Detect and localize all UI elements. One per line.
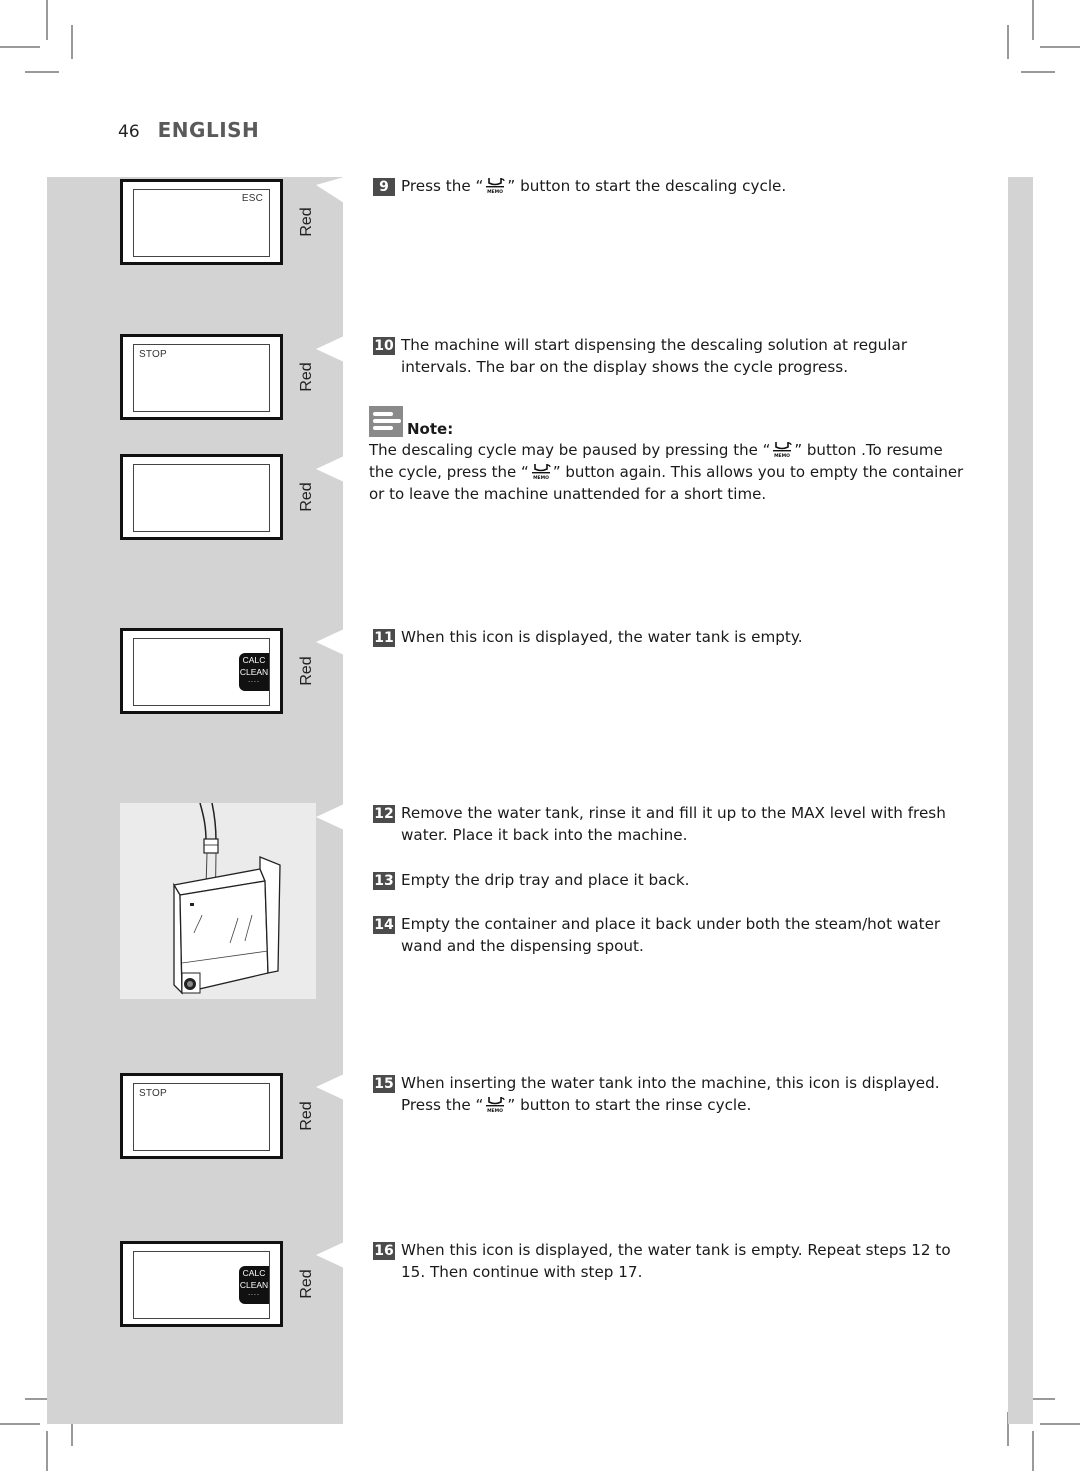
- led-color-label: Red: [298, 482, 315, 512]
- crop-mark: [1040, 46, 1080, 48]
- water-tank-filling-icon: [172, 802, 281, 995]
- step-number: 12: [373, 805, 395, 823]
- machine-display: CALC CLEAN ....: [120, 628, 283, 714]
- svg-text:MEMO: MEMO: [487, 189, 503, 194]
- display-text: STOP: [139, 349, 167, 360]
- display-text: ESC: [241, 193, 263, 204]
- crop-mark: [0, 1423, 40, 1425]
- led-color-label: Red: [298, 1101, 315, 1131]
- step-number: 10: [373, 337, 395, 355]
- step-pointer: [316, 177, 344, 203]
- page-edge-tab: [1008, 177, 1033, 1424]
- step-12: 12 Remove the water tank, rinse it and f…: [373, 804, 946, 844]
- note-icon: [369, 406, 403, 437]
- crop-mark: [0, 46, 40, 48]
- step-10: 10 The machine will start dispensing the…: [373, 336, 908, 376]
- led-color-label: Red: [298, 1269, 315, 1299]
- crop-mark: [1040, 1423, 1080, 1425]
- language-title: ENGLISH: [157, 118, 260, 142]
- step-9: 9 Press the “MEMO” button to start the d…: [373, 175, 973, 197]
- crop-mark: [1032, 1431, 1034, 1471]
- machine-display: [120, 454, 283, 540]
- led-color-label: Red: [298, 362, 315, 392]
- svg-text:MEMO: MEMO: [533, 475, 549, 480]
- memo-cup-icon: MEMO: [529, 462, 553, 480]
- step-15: 15 When inserting the water tank into th…: [373, 1074, 940, 1114]
- crop-mark: [1021, 71, 1055, 73]
- note-box: Note: The descaling cycle may be paused …: [369, 406, 969, 505]
- machine-display: STOP: [120, 334, 283, 420]
- page-number: 46: [118, 122, 140, 142]
- calc-clean-icon: CALC CLEAN ....: [239, 1266, 269, 1304]
- svg-text:MEMO: MEMO: [774, 453, 790, 458]
- step-number: 9: [373, 178, 395, 196]
- memo-cup-icon: MEMO: [483, 176, 507, 194]
- step-number: 15: [373, 1075, 395, 1093]
- crop-mark: [71, 25, 73, 59]
- crop-mark: [46, 1431, 48, 1471]
- step-13: 13 Empty the drip tray and place it back…: [373, 871, 690, 890]
- step-11: 11 When this icon is displayed, the wate…: [373, 628, 803, 647]
- step-pointer: [316, 804, 344, 830]
- step-number: 13: [373, 872, 395, 890]
- led-color-label: Red: [298, 207, 315, 237]
- crop-mark: [25, 71, 59, 73]
- note-text: The descaling cycle may be paused by pre…: [369, 440, 964, 503]
- memo-cup-icon: MEMO: [770, 440, 794, 458]
- water-tank-illustration: [120, 802, 316, 999]
- page-header: 46 ENGLISH: [118, 118, 259, 142]
- step-16: 16 When this icon is displayed, the wate…: [373, 1241, 951, 1281]
- step-number: 16: [373, 1242, 395, 1260]
- machine-display: ESC: [120, 179, 283, 265]
- svg-text:MEMO: MEMO: [487, 1108, 503, 1113]
- memo-cup-icon: MEMO: [483, 1095, 507, 1113]
- display-text: STOP: [139, 1088, 167, 1099]
- machine-display: CALC CLEAN ....: [120, 1241, 283, 1327]
- note-title: Note:: [407, 420, 454, 438]
- step-number: 11: [373, 629, 395, 647]
- machine-display: STOP: [120, 1073, 283, 1159]
- calc-clean-icon: CALC CLEAN ....: [239, 653, 269, 691]
- crop-mark: [1007, 25, 1009, 59]
- led-color-label: Red: [298, 656, 315, 686]
- step-number: 14: [373, 916, 395, 934]
- step-14: 14 Empty the container and place it back…: [373, 915, 941, 955]
- crop-mark: [46, 0, 48, 40]
- crop-mark: [1032, 0, 1034, 40]
